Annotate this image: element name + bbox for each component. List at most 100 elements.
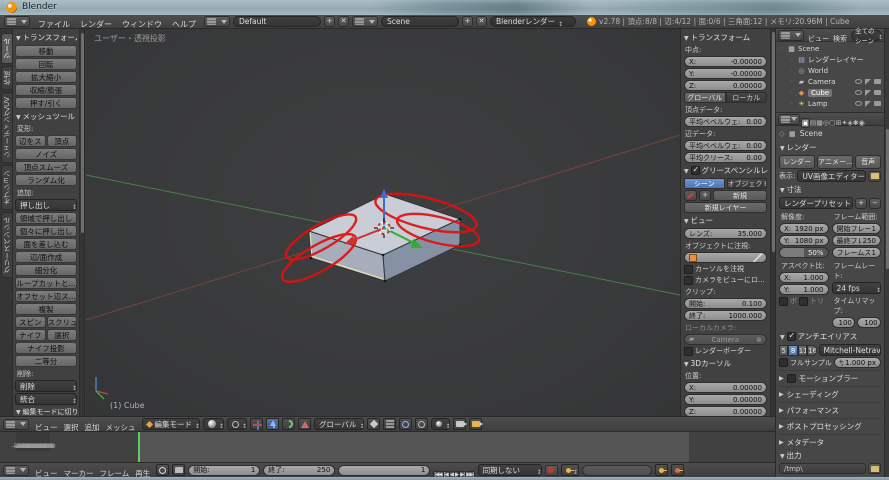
editor-type-menu[interactable] [4, 16, 30, 27]
close-scene-button[interactable]: ✕ [476, 16, 487, 27]
properties-tab[interactable]: ▦ [816, 119, 823, 127]
collapsed-panel-header[interactable]: パフォーマンス [779, 402, 881, 416]
resolution-percentage-slider[interactable]: 50% [779, 247, 829, 258]
audio-button[interactable]: 音声 [855, 155, 881, 169]
cursor-location-field[interactable]: Y:0.00000 [684, 394, 767, 405]
tool-button[interactable]: 収縮/膨張 [15, 84, 77, 96]
gpencil-checkbox[interactable] [691, 166, 700, 175]
manipulator-scale-toggle[interactable] [298, 418, 311, 430]
render-presets-menu[interactable]: レンダープリセット↕ [779, 197, 853, 209]
render-border-checkbox[interactable] [684, 347, 693, 356]
manipulator-rotate-toggle[interactable] [282, 418, 295, 430]
opengl-render-anim-button[interactable] [469, 418, 482, 430]
render-display-menu[interactable]: UV画像エディター↕ [797, 170, 866, 182]
tool-button[interactable]: 選択 [47, 329, 78, 341]
output-path-field[interactable]: /tmp\ [779, 463, 866, 474]
np-transform-header[interactable]: トランスフォーム [684, 32, 768, 43]
tool-shelf-tab[interactable]: グリースペンシル [1, 212, 13, 278]
tool-button[interactable]: 辺をス [15, 135, 46, 147]
aa-checkbox[interactable] [787, 332, 796, 341]
median-field[interactable]: Z:0.00000 [684, 80, 767, 91]
tool-button[interactable]: スクリュ [47, 316, 78, 328]
render-button[interactable]: レンダー [779, 155, 815, 169]
fullsample-checkbox[interactable] [779, 358, 788, 367]
preset-add-button[interactable]: + [855, 198, 867, 209]
tool-button[interactable]: 個々に押し出し [15, 225, 77, 237]
remap-old-field[interactable]: 100 [832, 317, 856, 328]
renderability-toggle-icon[interactable] [874, 90, 881, 95]
frame-lock-toggle[interactable] [172, 464, 185, 476]
viewport-canvas[interactable] [86, 29, 680, 416]
aa-samples-toggle[interactable]: 11 [798, 345, 807, 356]
expand-icon[interactable]: ◦ [780, 46, 785, 52]
gpencil-new-button[interactable]: 新規 [713, 190, 767, 201]
active-keying-set-field[interactable] [582, 465, 652, 476]
pivot-selector[interactable]: ↕ [227, 418, 247, 430]
clip-field[interactable]: 開始:0.100 [684, 298, 767, 309]
local-camera-field[interactable]: ▰Camera⊗ [684, 334, 767, 345]
extrude-menu[interactable]: 押し出し↕ [15, 199, 77, 211]
gpencil-brush-menu[interactable] [684, 190, 697, 201]
edge-data-field[interactable]: 平均クリース:0.00 [684, 152, 767, 163]
scroll-thumb[interactable] [81, 33, 84, 233]
selectability-toggle-icon[interactable] [865, 101, 871, 107]
gpencil-scene-toggle[interactable]: シーン [684, 178, 725, 189]
shading-selector[interactable]: ↕ [203, 418, 224, 430]
lock-cursor-checkbox[interactable] [684, 265, 693, 274]
properties-tab[interactable]: ▢ [829, 119, 836, 127]
aa-panel-header[interactable]: アンチエイリアス [780, 331, 881, 342]
properties-editor-type-menu[interactable] [778, 114, 800, 125]
resolution-x-field[interactable]: X:1920 px [779, 223, 829, 234]
snap-element-menu[interactable] [383, 418, 396, 430]
render-panel-header[interactable]: レンダー [780, 142, 881, 153]
properties-scrollbar[interactable] [884, 29, 889, 477]
viewport-menu-item[interactable]: メッシュ [103, 423, 139, 432]
viewport-menu-item[interactable]: 追加 [82, 423, 103, 432]
auto-keyframe-record-button[interactable] [545, 465, 558, 476]
aa-size-field[interactable]: サイ:1.000 px [834, 357, 881, 368]
remove-menu[interactable]: 統合↕ [15, 393, 77, 405]
np-view-header[interactable]: ビュー [684, 215, 768, 226]
tool-button[interactable]: ループカットと... [15, 277, 77, 289]
selectability-toggle-icon[interactable] [865, 90, 871, 96]
preview-range-toggle[interactable] [156, 464, 169, 476]
resolution-y-field[interactable]: Y:1080 px [779, 235, 829, 246]
global-toggle[interactable]: グローバル [684, 92, 726, 103]
clear-icon[interactable]: ⊗ [756, 336, 762, 344]
menu-item[interactable]: ウィンドウ [117, 20, 167, 29]
outliner-row[interactable]: ◦ Lamp [776, 98, 884, 109]
tool-button[interactable]: ランダム化 [15, 174, 77, 186]
menu-item[interactable]: レンダー [75, 20, 117, 29]
manipulator-toggle[interactable] [250, 418, 263, 430]
animation-button[interactable]: アニメー... [817, 155, 853, 169]
current-frame-field[interactable]: 1 [338, 465, 430, 476]
lock-camera-checkbox[interactable] [684, 276, 693, 285]
expand-icon[interactable]: ◦ [790, 57, 795, 63]
expand-icon[interactable]: ◦ [790, 68, 795, 74]
proportional-edit-menu[interactable] [415, 418, 428, 430]
median-field[interactable]: Y:-0.00000 [684, 68, 767, 79]
renderability-toggle-icon[interactable] [874, 101, 881, 106]
outliner-filter-selector[interactable]: 全てのシーン↕ [851, 30, 882, 41]
outliner-row[interactable]: ◦ World [776, 65, 884, 76]
viewport-3d[interactable]: ユーザー・透視投影 (1) Cube [86, 29, 680, 416]
tool-button[interactable]: 二等分 [15, 355, 77, 367]
visibility-toggle-icon[interactable] [855, 101, 862, 106]
border-checkbox[interactable] [779, 297, 788, 306]
remap-new-field[interactable]: 100 [857, 317, 881, 328]
tool-button[interactable]: 拡大縮小 [15, 71, 77, 83]
selectability-toggle-icon[interactable] [865, 79, 871, 85]
new-layer-button[interactable]: 新規レイヤー [684, 202, 767, 213]
fps-menu[interactable]: 24 fps↕ [832, 282, 882, 294]
sync-mode-menu[interactable]: 同期しない↕ [478, 464, 542, 476]
gpencil-object-toggle[interactable]: オブジェクト [727, 178, 768, 189]
collapsed-panel-header[interactable]: メタデータ [779, 434, 881, 448]
output-panel-header[interactable]: 出力 [780, 450, 881, 461]
orientation-selector[interactable]: グローバル↕ [314, 418, 364, 430]
manipulator-translate-toggle[interactable] [266, 418, 279, 430]
outliner-menu-item[interactable]: 検索 [831, 35, 849, 43]
menu-item[interactable]: ファイル [33, 20, 75, 29]
tool-shelf-tab[interactable]: シェーディング/UV [1, 92, 13, 163]
tool-button[interactable]: 頂点 [47, 135, 78, 147]
proportional-falloff-menu[interactable]: ↕ [431, 418, 450, 430]
